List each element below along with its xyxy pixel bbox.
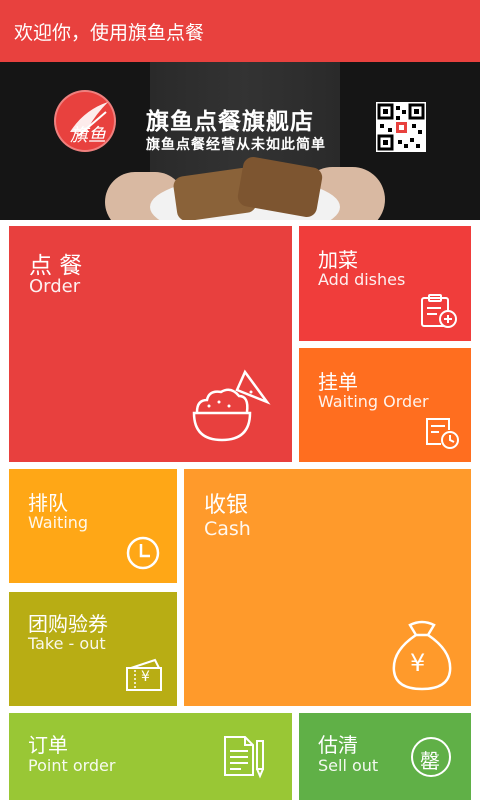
tile-point-order-subtitle: Point order: [28, 756, 116, 775]
tile-order[interactable]: 点 餐 Order: [9, 226, 292, 462]
tile-cash-title: 收银: [204, 493, 249, 518]
clock-icon: [126, 536, 160, 570]
tile-waiting-order[interactable]: 挂单 Waiting Order: [299, 348, 471, 462]
brand-logo: 旗鱼: [54, 90, 116, 152]
yuan-symbol: ¥: [141, 669, 150, 685]
tile-group-buy-title: 团购验券: [28, 612, 108, 636]
tile-order-subtitle: Order: [29, 276, 81, 297]
tile-sell-out[interactable]: 估清 Sell out 罄: [299, 713, 471, 800]
voucher-icon: ¥: [125, 658, 165, 694]
tile-add-dishes-title: 加菜: [318, 248, 358, 272]
tile-waiting-order-subtitle: Waiting Order: [318, 392, 429, 411]
welcome-title: 欢迎你，使用旗鱼点餐: [14, 22, 205, 44]
tile-cash[interactable]: 收银 Cash ¥: [184, 469, 471, 706]
logo-text: 旗鱼: [70, 125, 106, 146]
tile-point-order[interactable]: 订单 Point order: [9, 713, 292, 800]
clipboard-plus-icon: [421, 294, 457, 328]
rice-bowl-icon: [192, 369, 271, 442]
tile-waiting-order-title: 挂单: [318, 370, 358, 394]
sold-out-stamp-icon: 罄: [411, 737, 451, 777]
tile-group-buy[interactable]: 团购验券 Take - out ¥: [9, 592, 177, 706]
tile-point-order-title: 订单: [28, 733, 68, 757]
top-bar: 欢迎你，使用旗鱼点餐: [0, 0, 480, 62]
tile-sell-out-title: 估清: [318, 733, 358, 757]
tile-queue[interactable]: 排队 Waiting: [9, 469, 177, 583]
shop-banner: 旗鱼 旗鱼点餐旗舰店 旗鱼点餐经营从未如此简单: [0, 62, 480, 220]
tile-group-buy-subtitle: Take - out: [28, 634, 106, 653]
document-pen-icon: [224, 736, 264, 779]
shop-slogan: 旗鱼点餐经营从未如此简单: [146, 137, 326, 153]
tile-order-title: 点 餐: [29, 253, 83, 279]
shop-name: 旗鱼点餐旗舰店: [146, 109, 314, 135]
tile-add-dishes[interactable]: 加菜 Add dishes: [299, 226, 471, 341]
tile-cash-subtitle: Cash: [204, 518, 251, 540]
pending-list-icon: [426, 418, 459, 449]
qr-code-icon[interactable]: [376, 102, 426, 152]
tile-add-dishes-subtitle: Add dishes: [318, 270, 406, 289]
tile-queue-subtitle: Waiting: [28, 513, 89, 532]
yuan-symbol: ¥: [410, 649, 426, 677]
tile-queue-title: 排队: [28, 491, 68, 515]
sold-out-glyph: 罄: [420, 749, 440, 773]
tile-sell-out-subtitle: Sell out: [318, 756, 379, 775]
money-bag-icon: ¥: [388, 617, 456, 693]
